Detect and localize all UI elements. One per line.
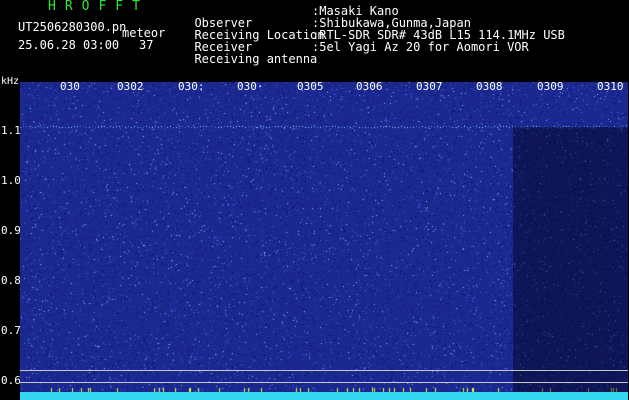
reference-line	[20, 370, 628, 371]
time-tick-label: 0302	[117, 80, 144, 93]
meteor-count: 37	[139, 38, 154, 52]
time-tick-label: 0310	[597, 80, 624, 93]
image-filename: UT2506280300.pn	[18, 20, 127, 34]
y-tick-label: 1.0	[1, 174, 21, 187]
time-tick-label: 0309	[537, 80, 564, 93]
info-label: Receiving antenna	[194, 52, 318, 66]
info-value: :5el Yagi Az 20 for Aomori VOR	[312, 40, 529, 54]
info-row-antenna: Receiving antenna :5el Yagi Az 20 for Ao…	[180, 41, 528, 77]
time-tick-label: 030:	[178, 80, 205, 93]
time-tick-label: 030·	[237, 80, 264, 93]
y-tick-label: 0.9	[1, 224, 21, 237]
reference-line	[20, 382, 628, 383]
time-tick-label: 0308	[476, 80, 503, 93]
time-tick-label: 0306	[356, 80, 383, 93]
time-tick-label: 0305	[297, 80, 324, 93]
y-tick-label: 1.1	[1, 124, 21, 137]
spectrogram-dark-region	[513, 127, 628, 392]
y-tick-label: 0.8	[1, 274, 21, 287]
spectrogram-plot	[20, 82, 628, 400]
time-tick-label: 0307	[416, 80, 443, 93]
y-tick-label: 0.7	[1, 324, 21, 337]
signal-baseline-bar	[20, 392, 628, 400]
y-tick-label: 0.6	[1, 374, 21, 387]
app-brand: HROFFT	[48, 0, 149, 14]
time-tick-label: 030	[60, 80, 80, 93]
frequency-unit-label: kHz	[1, 76, 20, 87]
observation-datetime: 25.06.28 03:00	[18, 38, 120, 52]
